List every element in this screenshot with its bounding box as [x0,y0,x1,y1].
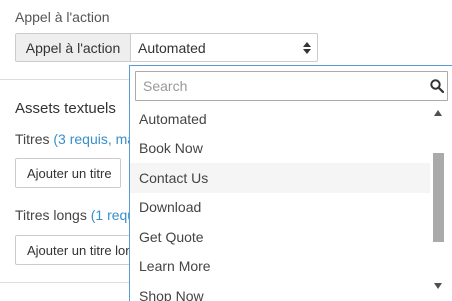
add-long-title-button[interactable]: Ajouter un titre lon [15,235,133,265]
sort-arrows-icon [303,42,311,54]
option-shop-now[interactable]: Shop Now [130,281,430,301]
titres-longs-label-text: Titres longs [15,207,87,223]
titres-hint: (3 requis, ma [53,131,136,147]
scroll-up-button[interactable] [431,106,445,120]
search-box [135,71,448,101]
page: Appel à l'action Appel à l'action Automa… [0,0,452,301]
cta-input-group: Appel à l'action Automated [15,33,318,62]
scroll-down-button[interactable] [431,279,445,293]
triangle-up-icon [434,110,442,116]
section-divider [0,79,130,80]
option-learn-more[interactable]: Learn More [130,252,430,282]
option-get-quote[interactable]: Get Quote [130,222,430,252]
cta-select-value: Automated [138,39,206,56]
search-icon [430,79,444,93]
scroll-thumb[interactable] [433,153,444,242]
titres-label: Titres (3 requis, ma [15,131,135,147]
option-contact-us[interactable]: Contact Us [130,163,430,193]
cta-dropdown: Automated Book Now Contact Us Download G… [129,65,452,301]
titres-longs-label: Titres longs (1 requ [15,207,135,223]
add-title-button[interactable]: Ajouter un titre [15,158,121,188]
cta-select[interactable]: Automated [130,33,318,62]
titres-label-text: Titres [15,131,50,147]
assets-heading: Assets textuels [15,100,116,117]
options-list: Automated Book Now Contact Us Download G… [130,104,430,301]
triangle-down-icon [434,283,442,289]
bottom-divider [0,282,130,283]
option-automated[interactable]: Automated [130,104,430,134]
cta-section-label: Appel à l'action [15,9,110,25]
search-input[interactable] [136,72,447,100]
dropdown-scrollbar[interactable] [431,104,445,294]
cta-addon-label: Appel à l'action [15,33,130,62]
option-book-now[interactable]: Book Now [130,134,430,164]
option-download[interactable]: Download [130,193,430,223]
